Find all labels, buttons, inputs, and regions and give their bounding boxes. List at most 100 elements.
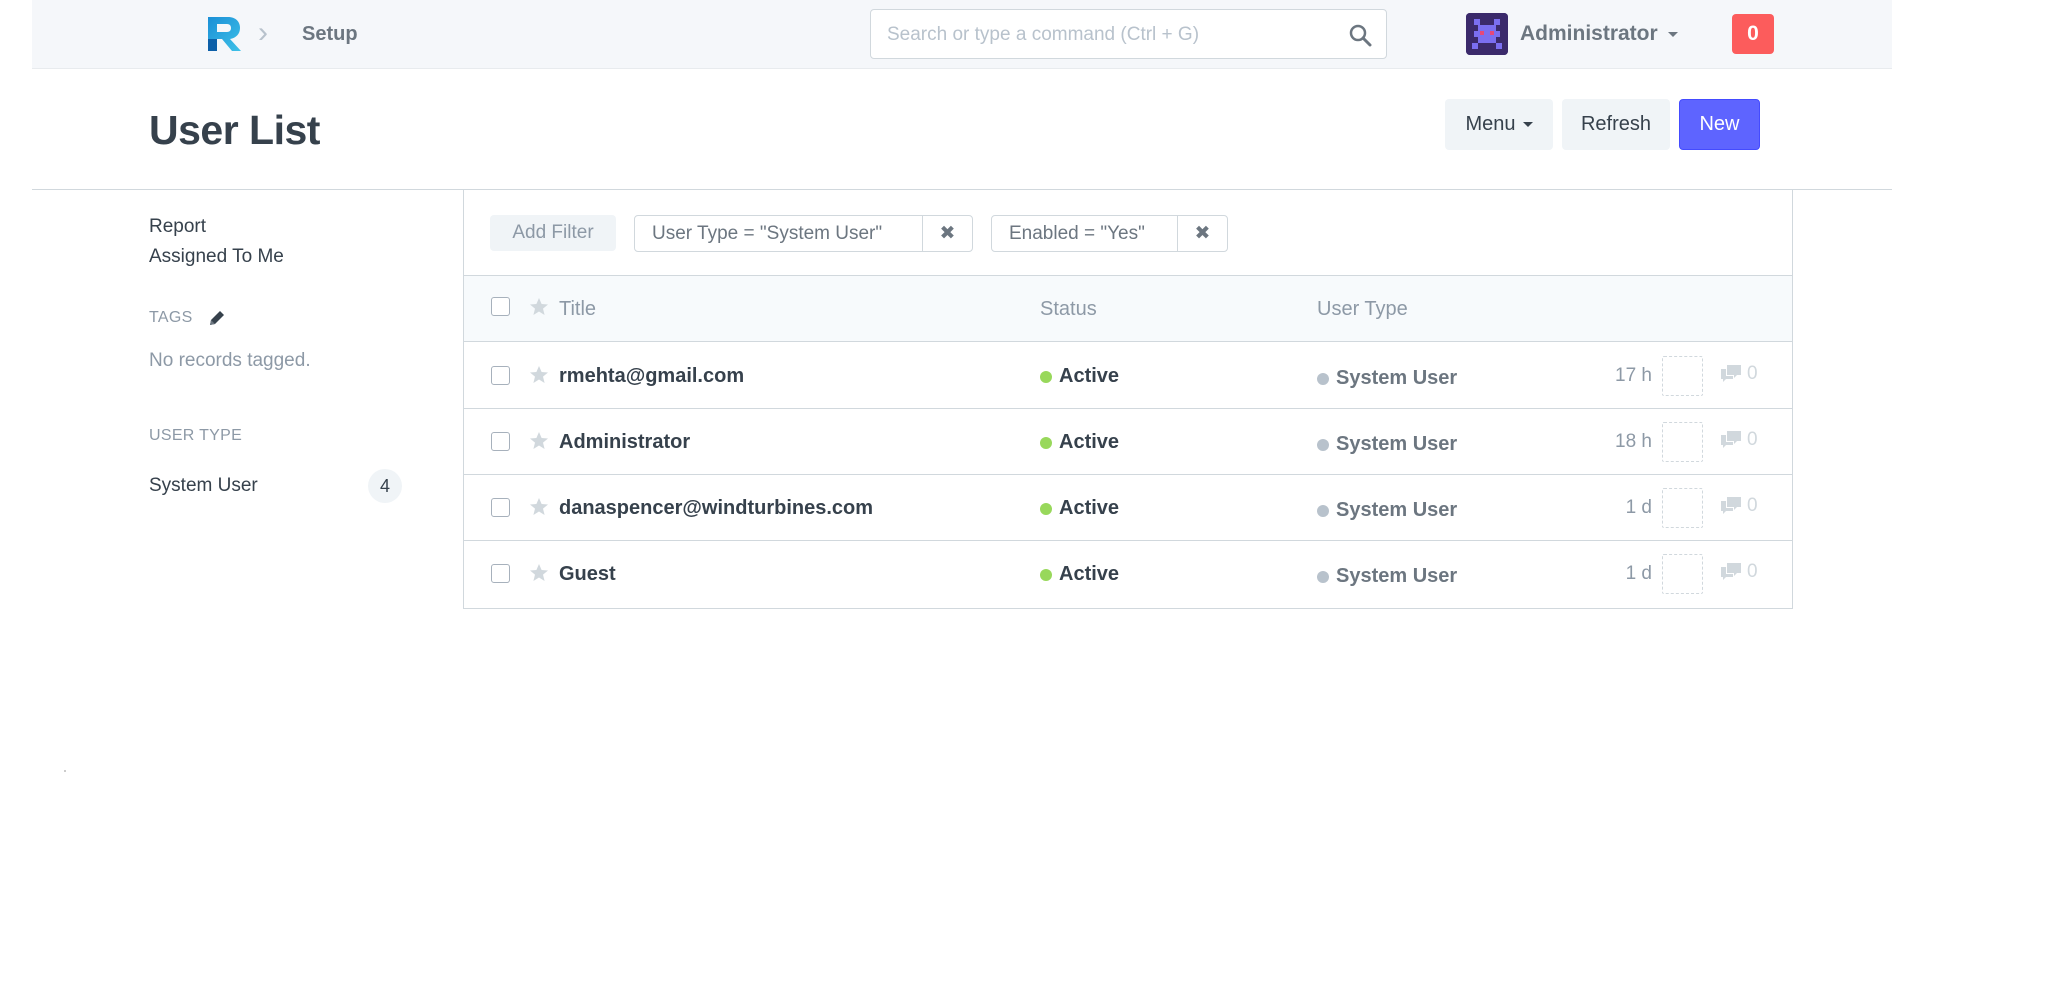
chevron-down-icon <box>1667 31 1678 37</box>
star-icon[interactable] <box>529 365 549 385</box>
sidebar-item-assigned-to-me[interactable]: Assigned To Me <box>149 242 439 272</box>
avatar <box>1466 13 1508 55</box>
user-menu[interactable]: Administrator <box>1466 12 1678 56</box>
user-type-text: System User <box>1336 499 1458 521</box>
comment-count-text: 0 <box>1747 495 1758 516</box>
menu-button-label: Menu <box>1465 113 1516 135</box>
user-type-count-badge: 4 <box>368 469 402 503</box>
user-name: Administrator <box>1520 22 1658 45</box>
comments-icon <box>1721 497 1741 514</box>
sidebar-item-report[interactable]: Report <box>149 212 439 242</box>
select-all-checkbox[interactable] <box>491 297 510 316</box>
add-filter-button[interactable]: Add Filter <box>490 215 616 251</box>
star-icon[interactable] <box>529 431 549 451</box>
comment-count-text: 0 <box>1747 429 1758 450</box>
remove-filter-icon[interactable]: ✖ <box>922 216 972 251</box>
star-icon[interactable] <box>529 297 549 317</box>
refresh-button[interactable]: Refresh <box>1562 99 1670 150</box>
status-dot-icon <box>1040 436 1052 449</box>
status-dot-icon <box>1040 370 1052 383</box>
filter-area: Add Filter User Type = "System User" ✖ E… <box>464 190 1792 276</box>
table-row[interactable]: danaspencer@windturbines.com Active Syst… <box>464 475 1792 541</box>
modified-time: 18 h <box>1615 431 1652 452</box>
search-bar <box>870 9 1387 59</box>
star-icon[interactable] <box>529 563 549 583</box>
chevron-down-icon <box>1522 122 1533 127</box>
column-header-user-type: User Type <box>1317 298 1408 320</box>
comment-count: 0 <box>1719 363 1758 385</box>
assign-to-placeholder[interactable] <box>1662 356 1703 396</box>
list-panel: Add Filter User Type = "System User" ✖ E… <box>463 190 1793 609</box>
no-tags-text: No records tagged. <box>149 350 311 371</box>
user-type-dot-icon <box>1317 372 1329 385</box>
user-type-text: System User <box>1336 433 1458 455</box>
filter-tag-user-type: User Type = "System User" ✖ <box>634 215 973 252</box>
row-title-link[interactable]: Guest <box>559 563 616 586</box>
status-badge: Active <box>1040 497 1119 520</box>
row-title-link[interactable]: Administrator <box>559 431 690 454</box>
user-type-dot-icon <box>1317 570 1329 583</box>
status-dot-icon <box>1040 568 1052 581</box>
filter-tag-enabled: Enabled = "Yes" ✖ <box>991 215 1228 252</box>
comment-count: 0 <box>1719 429 1758 451</box>
notification-badge[interactable]: 0 <box>1732 14 1774 54</box>
row-checkbox[interactable] <box>491 366 510 385</box>
table-row[interactable]: Guest Active System User 1 d 0 <box>464 541 1792 607</box>
tags-heading-label: TAGS <box>149 309 193 326</box>
modified-time: 1 d <box>1625 497 1652 518</box>
menu-button[interactable]: Menu <box>1445 99 1553 150</box>
comment-count: 0 <box>1719 561 1758 583</box>
column-header-title[interactable]: Title <box>559 298 596 321</box>
user-type-text: System User <box>1336 367 1458 389</box>
status-badge: Active <box>1040 365 1119 388</box>
page-title: User List <box>149 107 320 153</box>
user-type-indicator: System User <box>1317 565 1457 588</box>
assign-to-placeholder[interactable] <box>1662 422 1703 462</box>
breadcrumb-chevron-icon: › <box>258 16 268 49</box>
search-input[interactable] <box>887 22 1327 48</box>
status-text: Active <box>1059 497 1120 519</box>
comment-count: 0 <box>1719 495 1758 517</box>
row-checkbox[interactable] <box>491 564 510 583</box>
filter-tag-label[interactable]: User Type = "System User" <box>635 216 922 251</box>
status-text: Active <box>1059 365 1120 387</box>
comments-icon <box>1721 563 1741 580</box>
row-checkbox[interactable] <box>491 432 510 451</box>
page-head: User List Menu Refresh New <box>32 69 1892 190</box>
remove-filter-icon[interactable]: ✖ <box>1177 216 1227 251</box>
table-row[interactable]: Administrator Active System User 18 h 0 <box>464 409 1792 475</box>
sidebar-item-system-user[interactable]: System User 4 <box>149 469 402 503</box>
assign-to-placeholder[interactable] <box>1662 554 1703 594</box>
avatar-image-icon <box>1466 13 1508 55</box>
comments-icon <box>1721 431 1741 448</box>
app: › Setup Search or type a command (Ctrl +… <box>32 0 1892 1008</box>
breadcrumb-setup[interactable]: Setup <box>302 23 358 46</box>
user-type-indicator: System User <box>1317 367 1457 390</box>
sidebar: Report Assigned To Me TAGS No records ta… <box>149 212 439 503</box>
comment-count-text: 0 <box>1747 561 1758 582</box>
assign-to-placeholder[interactable] <box>1662 488 1703 528</box>
app-logo-icon[interactable] <box>204 15 244 53</box>
user-type-indicator: System User <box>1317 499 1457 522</box>
navbar: › Setup Search or type a command (Ctrl +… <box>32 0 1892 69</box>
star-icon[interactable] <box>529 497 549 517</box>
divider <box>64 770 66 772</box>
status-badge: Active <box>1040 563 1119 586</box>
user-type-dot-icon <box>1317 438 1329 451</box>
status-badge: Active <box>1040 431 1119 454</box>
new-button[interactable]: New <box>1679 99 1760 150</box>
modified-time: 1 d <box>1625 563 1652 584</box>
user-type-heading: USER TYPE <box>149 427 243 444</box>
tags-heading: TAGS <box>149 308 439 328</box>
filter-tag-label[interactable]: Enabled = "Yes" <box>992 216 1177 251</box>
comments-icon <box>1721 365 1741 382</box>
user-type-dot-icon <box>1317 504 1329 517</box>
modified-time: 17 h <box>1615 365 1652 386</box>
search-icon[interactable] <box>1348 23 1372 47</box>
column-header-status: Status <box>1040 298 1097 320</box>
table-row[interactable]: rmehta@gmail.com Active System User 17 h… <box>464 343 1792 409</box>
pencil-icon[interactable] <box>207 308 227 328</box>
row-title-link[interactable]: rmehta@gmail.com <box>559 365 744 388</box>
row-title-link[interactable]: danaspencer@windturbines.com <box>559 497 873 520</box>
row-checkbox[interactable] <box>491 498 510 517</box>
